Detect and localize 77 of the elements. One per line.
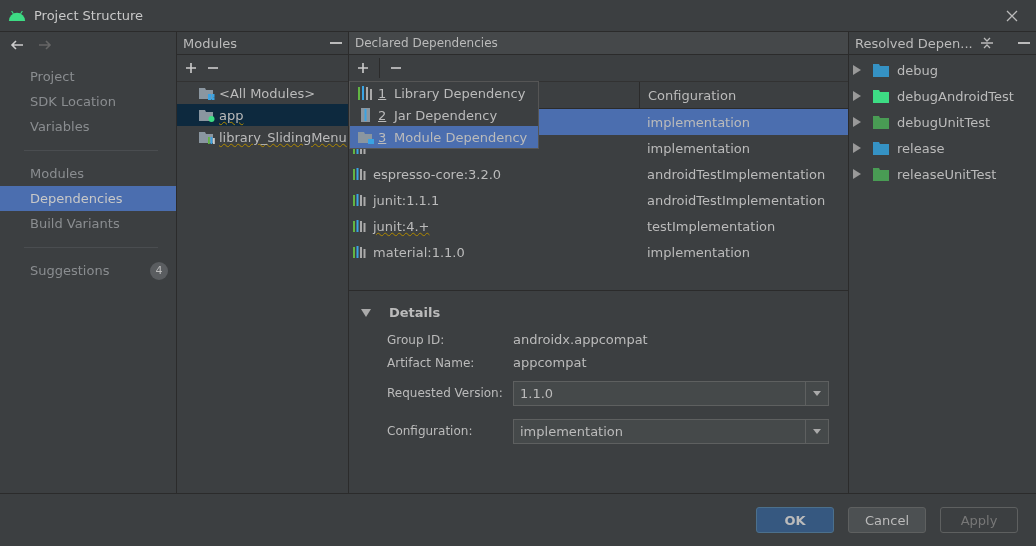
android-icon: [8, 10, 26, 21]
menu-number: 1: [378, 85, 388, 101]
count-badge: 4: [150, 261, 168, 280]
table-row[interactable]: junit:4.+ testImplementation: [349, 213, 848, 239]
table-row[interactable]: junit:1.1.1 androidTestImplementation: [349, 187, 848, 213]
expand-arrow-icon: [853, 143, 861, 153]
tree-item[interactable]: release: [849, 135, 1036, 161]
configuration-cell: implementation: [647, 140, 750, 156]
sidebar-item[interactable]: Modules: [0, 161, 176, 186]
sidebar-item[interactable]: Dependencies: [0, 186, 176, 211]
module-item[interactable]: app: [177, 104, 348, 126]
dependency-name: material:1.1.0: [373, 244, 465, 260]
configuration-cell: androidTestImplementation: [647, 192, 826, 208]
configuration-cell: implementation: [647, 114, 750, 130]
add-icon[interactable]: [357, 62, 369, 74]
panel-title: Resolved Depen...: [855, 35, 973, 51]
configuration-cell: implementation: [647, 244, 750, 260]
tree-item[interactable]: debugAndroidTest: [849, 83, 1036, 109]
section-title: Details: [389, 305, 441, 320]
module-name: library_SlidingMenu: [219, 129, 347, 145]
dropdown-arrow-icon: [813, 390, 821, 396]
configuration-cell: androidTestImplementation: [647, 166, 826, 182]
dropdown-field[interactable]: 1.1.0: [513, 380, 829, 406]
dependency-name: espresso-core:3.2.0: [373, 166, 502, 182]
configuration-cell: testImplementation: [647, 218, 776, 234]
dialog-button[interactable]: Cancel: [848, 507, 926, 533]
sidebar-item[interactable]: Variables: [0, 114, 176, 139]
module-name: app: [219, 107, 244, 123]
tree-item[interactable]: debugUnitTest: [849, 109, 1036, 135]
close-icon[interactable]: [1006, 9, 1018, 22]
dropdown-field[interactable]: implementation: [513, 418, 829, 444]
field-label: Artifact Name:: [386, 355, 476, 370]
expand-arrow-icon: [853, 65, 861, 75]
tree-item[interactable]: debug: [849, 57, 1036, 83]
module-name: <All Modules>: [219, 85, 316, 101]
library-icon: [353, 168, 367, 180]
add-icon[interactable]: [185, 62, 197, 74]
module-folder-icon: [199, 108, 215, 122]
panel-title: Declared Dependencies: [355, 36, 498, 50]
ok-button[interactable]: OK: [756, 507, 834, 533]
module-folder-icon: [199, 86, 215, 100]
menu-label: Jar Dependency: [394, 107, 498, 123]
library-icon: [353, 220, 367, 232]
library-icon: [358, 86, 374, 100]
dependency-name: junit:1.1.1: [373, 192, 440, 208]
expand-arrow-icon: [853, 91, 861, 101]
dependency-name: junit:4.+: [373, 218, 430, 234]
tree-item[interactable]: releaseUnitTest: [849, 161, 1036, 187]
panel-title: Modules: [183, 35, 238, 51]
expand-arrow-icon: [853, 169, 861, 179]
table-row[interactable]: material:1.1.0 implementation: [349, 239, 848, 265]
library-icon: [353, 194, 367, 206]
collapse-arrow-icon[interactable]: [361, 308, 371, 317]
dropdown-arrow-icon: [813, 428, 821, 434]
library-icon: [353, 246, 367, 258]
menu-item[interactable]: 1 Library Dependency: [350, 82, 538, 104]
window-title: Project Structure: [34, 8, 144, 23]
back-arrow-icon[interactable]: [10, 40, 24, 50]
sidebar-item[interactable]: SDK Location: [0, 89, 176, 114]
field-label: Group ID:: [386, 332, 446, 347]
sidebar-item[interactable]: Project: [0, 64, 176, 89]
collapse-all-icon[interactable]: [980, 37, 993, 49]
field-value: appcompat: [513, 355, 587, 370]
sidebar-item[interactable]: Build Variants: [0, 211, 176, 236]
table-row[interactable]: espresso-core:3.2.0 androidTestImplementation: [349, 161, 848, 187]
field-label: Requested Version:: [386, 386, 504, 400]
expand-arrow-icon: [853, 117, 861, 127]
menu-number: 2: [378, 107, 388, 123]
field-value: androidx.appcompat: [513, 332, 648, 347]
module-folder-icon: [199, 130, 215, 144]
menu-label: Library Dependency: [394, 85, 526, 101]
sidebar-item[interactable]: Suggestions 4: [0, 258, 176, 283]
module-folder-icon: [358, 130, 374, 144]
column-header[interactable]: Configuration: [639, 82, 848, 108]
module-item[interactable]: library_SlidingMenu: [177, 126, 348, 148]
module-item[interactable]: <All Modules>: [177, 82, 348, 104]
field-label: Configuration:: [386, 424, 474, 438]
